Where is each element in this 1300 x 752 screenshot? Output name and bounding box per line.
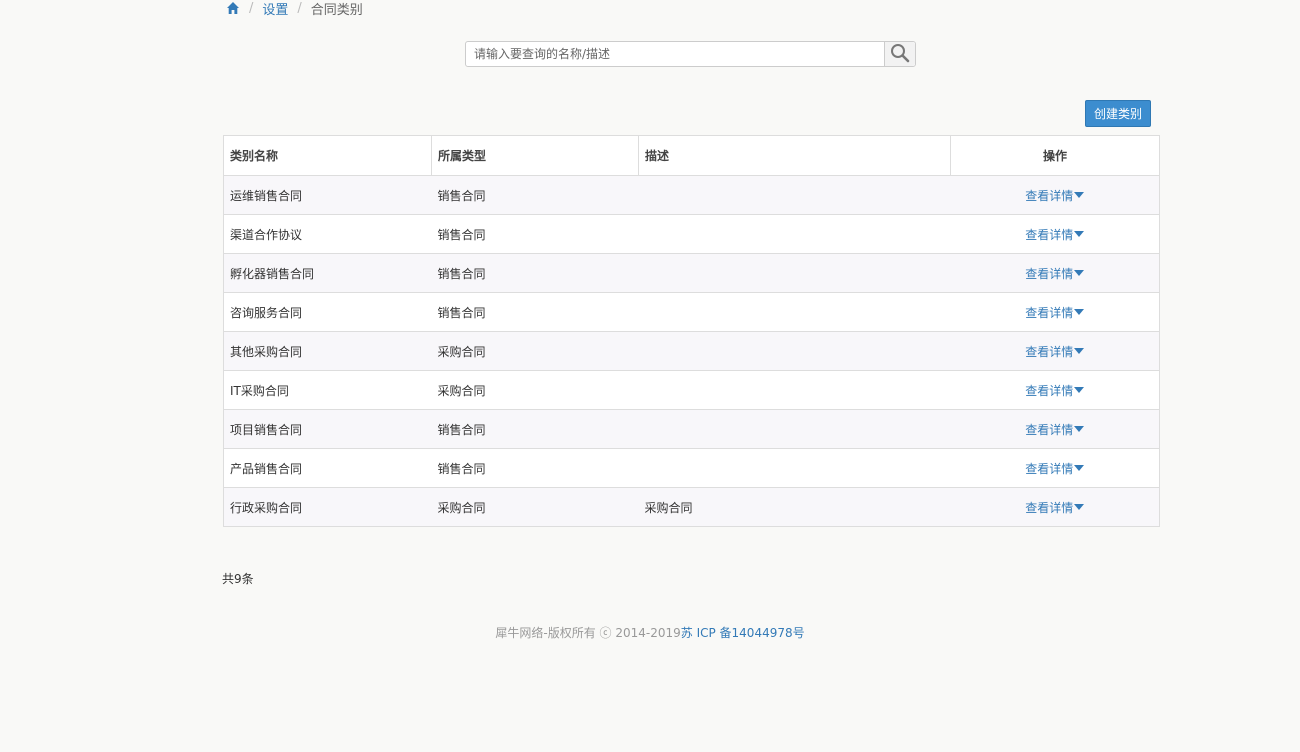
page: / 设置 / 合同类别 创建类别 类别名称 所属类型 描 [0, 0, 1300, 752]
breadcrumb-item-settings[interactable]: 设置 [262, 0, 288, 18]
cell-actions: 查看详情 [950, 292, 1160, 332]
cell-actions: 查看详情 [950, 409, 1160, 449]
view-details-dropdown[interactable]: 查看详情 [1025, 460, 1085, 477]
cell-category-name: 产品销售合同 [223, 448, 432, 488]
table-body: 运维销售合同 销售合同 查看详情 渠道合作协议 销售合同 查看详情 孵化器销售合同 销售合同查… [223, 175, 1160, 527]
footer: 犀牛网络-版权所有 ⓒ 2014-2019苏 ICP 备14044978号 [0, 624, 1300, 641]
cell-category-name: 项目销售合同 [223, 409, 432, 449]
cell-description: 采购合同 [638, 487, 951, 527]
home-icon[interactable] [226, 1, 240, 15]
caret-down-icon [1074, 465, 1085, 471]
view-details-label: 查看详情 [1025, 383, 1074, 398]
total-count: 共9条 [222, 572, 254, 586]
table-row: 咨询服务合同 销售合同 查看详情 [223, 292, 1160, 332]
cell-type: 采购合同 [431, 331, 639, 371]
table-header-row: 类别名称 所属类型 描述 操作 [223, 135, 1160, 176]
column-header-type: 所属类型 [431, 135, 639, 176]
breadcrumb-separator: / [249, 0, 254, 16]
cell-category-name: 运维销售合同 [223, 175, 432, 215]
table-row: 孵化器销售合同 销售合同 查看详情 [223, 253, 1160, 293]
caret-down-icon [1074, 504, 1085, 510]
cell-description [638, 331, 951, 371]
cell-type: 采购合同 [431, 370, 639, 410]
table-row: 渠道合作协议 销售合同 查看详情 [223, 214, 1160, 254]
cell-description [638, 175, 951, 215]
cell-actions: 查看详情 [950, 370, 1160, 410]
breadcrumb-item-current: 合同类别 [310, 2, 363, 18]
view-details-label: 查看详情 [1025, 422, 1074, 437]
caret-down-icon [1074, 231, 1085, 237]
category-table: 类别名称 所属类型 描述 操作 运维销售合同 销售合同 查看详情 渠道合作协议 销售合同… [223, 135, 1160, 527]
cell-actions: 查看详情 [950, 448, 1160, 488]
cell-description [638, 370, 951, 410]
cell-type: 销售合同 [431, 253, 639, 293]
view-details-dropdown[interactable]: 查看详情 [1025, 382, 1085, 399]
table-row: 运维销售合同 销售合同 查看详情 [223, 175, 1160, 215]
caret-down-icon [1074, 348, 1085, 354]
search-bar [465, 41, 916, 67]
table-row: 行政采购合同 采购合同 采购合同 查看详情 [223, 487, 1160, 527]
cell-category-name: IT采购合同 [223, 370, 432, 410]
view-details-dropdown[interactable]: 查看详情 [1025, 226, 1085, 243]
column-header-actions: 操作 [950, 135, 1160, 176]
cell-description [638, 214, 951, 254]
cell-actions: 查看详情 [950, 487, 1160, 527]
create-category-button[interactable]: 创建类别 [1085, 100, 1151, 127]
cell-category-name: 孵化器销售合同 [223, 253, 432, 293]
view-details-label: 查看详情 [1025, 461, 1074, 476]
breadcrumb-separator: / [297, 0, 302, 16]
view-details-dropdown[interactable]: 查看详情 [1025, 421, 1085, 438]
column-header-description: 描述 [638, 135, 951, 176]
view-details-label: 查看详情 [1025, 344, 1074, 359]
view-details-label: 查看详情 [1025, 188, 1074, 203]
table-row: 其他采购合同 采购合同 查看详情 [223, 331, 1160, 371]
breadcrumb: / 设置 / 合同类别 [226, 0, 363, 18]
caret-down-icon [1074, 270, 1085, 276]
view-details-dropdown[interactable]: 查看详情 [1025, 343, 1085, 360]
view-details-label: 查看详情 [1025, 227, 1074, 242]
cell-type: 销售合同 [431, 409, 639, 449]
cell-description [638, 409, 951, 449]
view-details-dropdown[interactable]: 查看详情 [1025, 187, 1085, 204]
caret-down-icon [1074, 192, 1085, 198]
cell-type: 销售合同 [431, 292, 639, 332]
cell-category-name: 其他采购合同 [223, 331, 432, 371]
cell-actions: 查看详情 [950, 175, 1160, 215]
caret-down-icon [1074, 309, 1085, 315]
cell-category-name: 咨询服务合同 [223, 292, 432, 332]
footer-copyright: 犀牛网络-版权所有 ⓒ 2014-2019 [495, 626, 681, 640]
cell-category-name: 渠道合作协议 [223, 214, 432, 254]
cell-actions: 查看详情 [950, 331, 1160, 371]
view-details-label: 查看详情 [1025, 305, 1074, 320]
search-button[interactable] [884, 42, 915, 66]
view-details-label: 查看详情 [1025, 500, 1074, 515]
cell-actions: 查看详情 [950, 214, 1160, 254]
view-details-dropdown[interactable]: 查看详情 [1025, 304, 1085, 321]
table-row: 产品销售合同 销售合同 查看详情 [223, 448, 1160, 488]
cell-type: 销售合同 [431, 448, 639, 488]
column-header-name: 类别名称 [223, 135, 432, 176]
footer-icp-link[interactable]: 苏 ICP 备14044978号 [681, 626, 805, 640]
cell-type: 销售合同 [431, 214, 639, 254]
cell-description [638, 253, 951, 293]
caret-down-icon [1074, 387, 1085, 393]
view-details-dropdown[interactable]: 查看详情 [1025, 499, 1085, 516]
cell-type: 销售合同 [431, 175, 639, 215]
view-details-dropdown[interactable]: 查看详情 [1025, 265, 1085, 282]
table-row: 项目销售合同 销售合同 查看详情 [223, 409, 1160, 449]
search-input[interactable] [466, 42, 884, 66]
cell-actions: 查看详情 [950, 253, 1160, 293]
cell-description [638, 448, 951, 488]
cell-type: 采购合同 [431, 487, 639, 527]
search-icon [890, 43, 910, 66]
caret-down-icon [1074, 426, 1085, 432]
cell-description [638, 292, 951, 332]
cell-category-name: 行政采购合同 [223, 487, 432, 527]
view-details-label: 查看详情 [1025, 266, 1074, 281]
table-row: IT采购合同 采购合同 查看详情 [223, 370, 1160, 410]
